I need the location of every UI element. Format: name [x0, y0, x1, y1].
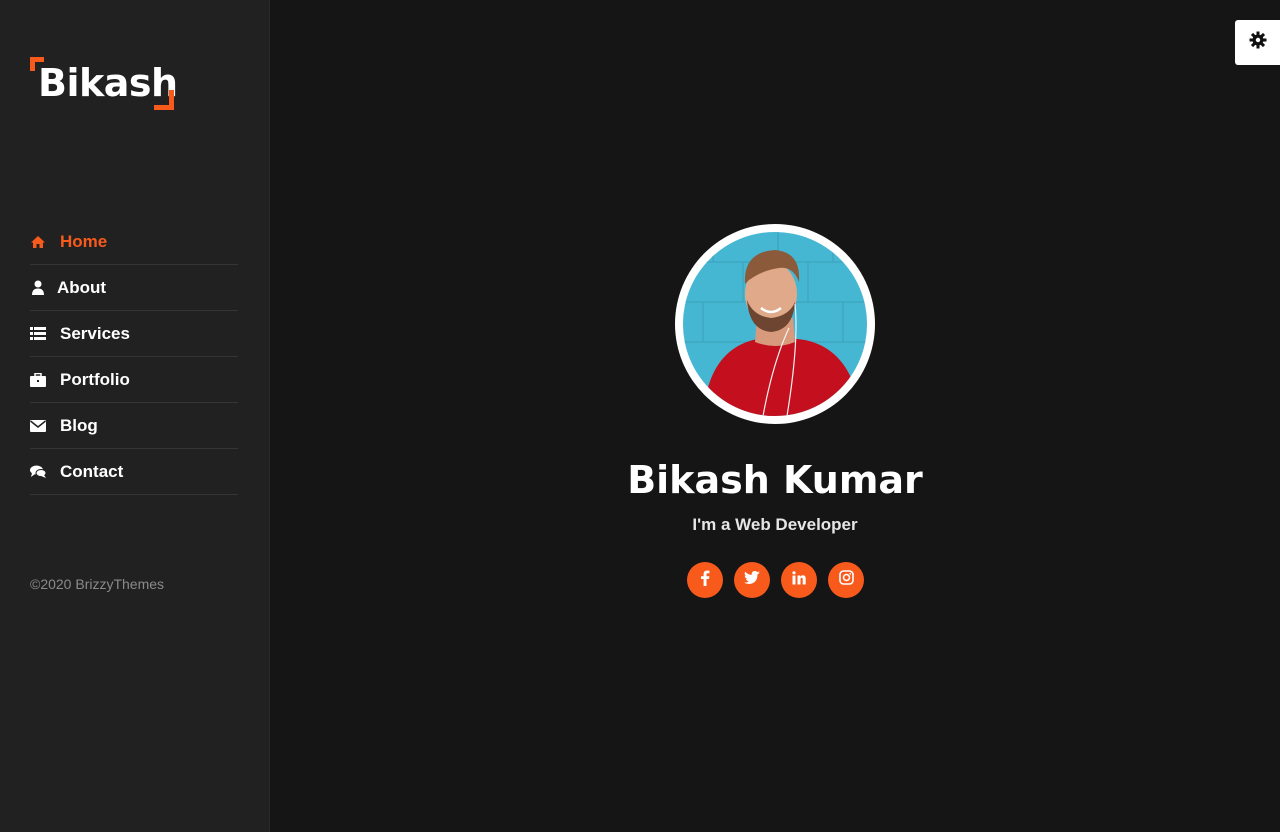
logo-bracket-right — [154, 90, 174, 110]
profile-photo — [683, 232, 867, 416]
nav-item-label: About — [57, 277, 107, 297]
brand-logo[interactable]: Bikash — [30, 57, 178, 110]
linkedin-icon — [792, 570, 806, 590]
instagram-link[interactable] — [828, 562, 864, 598]
twitter-icon — [744, 571, 760, 589]
twitter-link[interactable] — [734, 562, 770, 598]
comments-icon — [30, 464, 46, 480]
nav-item-label: Home — [60, 231, 108, 251]
nav-item-portfolio[interactable]: Portfolio — [30, 357, 238, 403]
nav-item-home[interactable]: Home — [30, 219, 238, 265]
social-links — [687, 562, 864, 598]
list-icon — [30, 326, 46, 342]
gear-icon — [1249, 31, 1267, 54]
nav-item-label: Portfolio — [60, 369, 130, 389]
facebook-icon — [700, 570, 710, 591]
nav-item-label: Services — [60, 323, 130, 343]
hero-role: I'm a Web Developer — [692, 515, 858, 534]
linkedin-link[interactable] — [781, 562, 817, 598]
user-icon — [30, 280, 46, 296]
nav-item-blog[interactable]: Blog — [30, 403, 238, 449]
sidebar: Bikash Home About Services Portfolio Blo… — [0, 0, 270, 832]
home-icon — [30, 234, 46, 250]
nav-item-label: Contact — [60, 461, 124, 481]
profile-avatar — [675, 224, 875, 424]
facebook-link[interactable] — [687, 562, 723, 598]
nav-item-label: Blog — [60, 415, 98, 435]
sidebar-nav: Home About Services Portfolio Blog Conta… — [30, 219, 238, 495]
instagram-icon — [838, 570, 854, 590]
envelope-icon — [30, 418, 46, 434]
hero-name: Bikash Kumar — [627, 458, 923, 502]
nav-item-contact[interactable]: Contact — [30, 449, 238, 495]
settings-button[interactable] — [1235, 20, 1280, 65]
briefcase-icon — [30, 372, 46, 388]
nav-item-about[interactable]: About — [30, 265, 238, 311]
nav-item-services[interactable]: Services — [30, 311, 238, 357]
copyright-text: ©2020 BrizzyThemes — [30, 576, 165, 592]
